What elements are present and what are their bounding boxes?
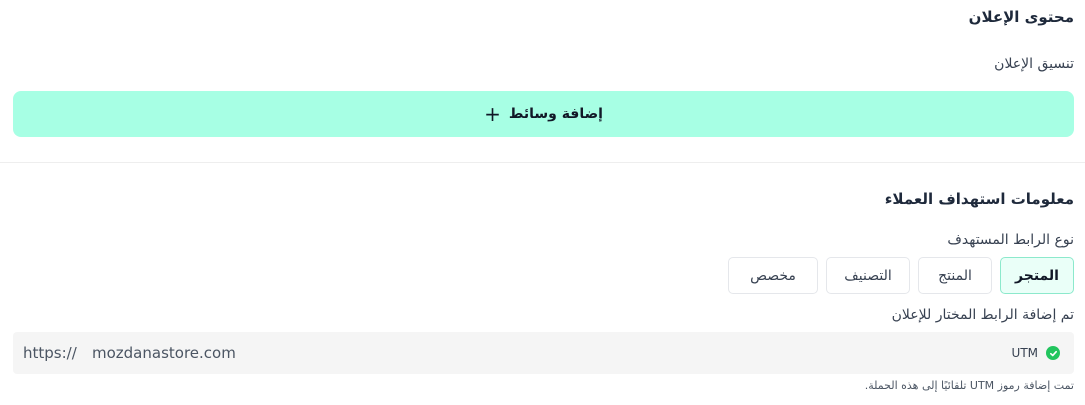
url-scheme: https:// <box>23 344 77 362</box>
plus-icon: + <box>484 102 501 126</box>
section-divider <box>0 162 1085 163</box>
tab-category[interactable]: التصنيف <box>826 257 910 294</box>
tab-product[interactable]: المنتج <box>918 257 992 294</box>
link-type-tabs: المتجر المنتج التصنيف مخصص <box>728 257 1074 294</box>
utm-note: تمت إضافة رموز UTM تلقائيًا إلى هذه الحم… <box>864 379 1074 392</box>
ad-content-title: محتوى الإعلان <box>968 8 1074 26</box>
targeting-title: معلومات استهداف العملاء <box>884 190 1074 208</box>
link-type-label: نوع الرابط المستهدف <box>947 232 1074 248</box>
utm-status: UTM <box>1012 346 1060 360</box>
url-domain: mozdanastore.com <box>92 344 236 362</box>
selected-link-label: تم إضافة الرابط المختار للإعلان <box>891 307 1074 323</box>
add-media-button[interactable]: إضافة وسائط + <box>13 91 1074 137</box>
check-circle-icon <box>1046 346 1060 360</box>
add-media-label: إضافة وسائط <box>508 106 603 122</box>
tab-custom[interactable]: مخصص <box>728 257 818 294</box>
utm-label: UTM <box>1011 346 1038 360</box>
tab-store[interactable]: المتجر <box>1000 257 1074 294</box>
ad-format-label: تنسيق الإعلان <box>994 56 1074 72</box>
target-url-field[interactable]: https:// mozdanastore.com UTM <box>13 332 1074 374</box>
ad-form: محتوى الإعلان تنسيق الإعلان إضافة وسائط … <box>0 0 1085 405</box>
